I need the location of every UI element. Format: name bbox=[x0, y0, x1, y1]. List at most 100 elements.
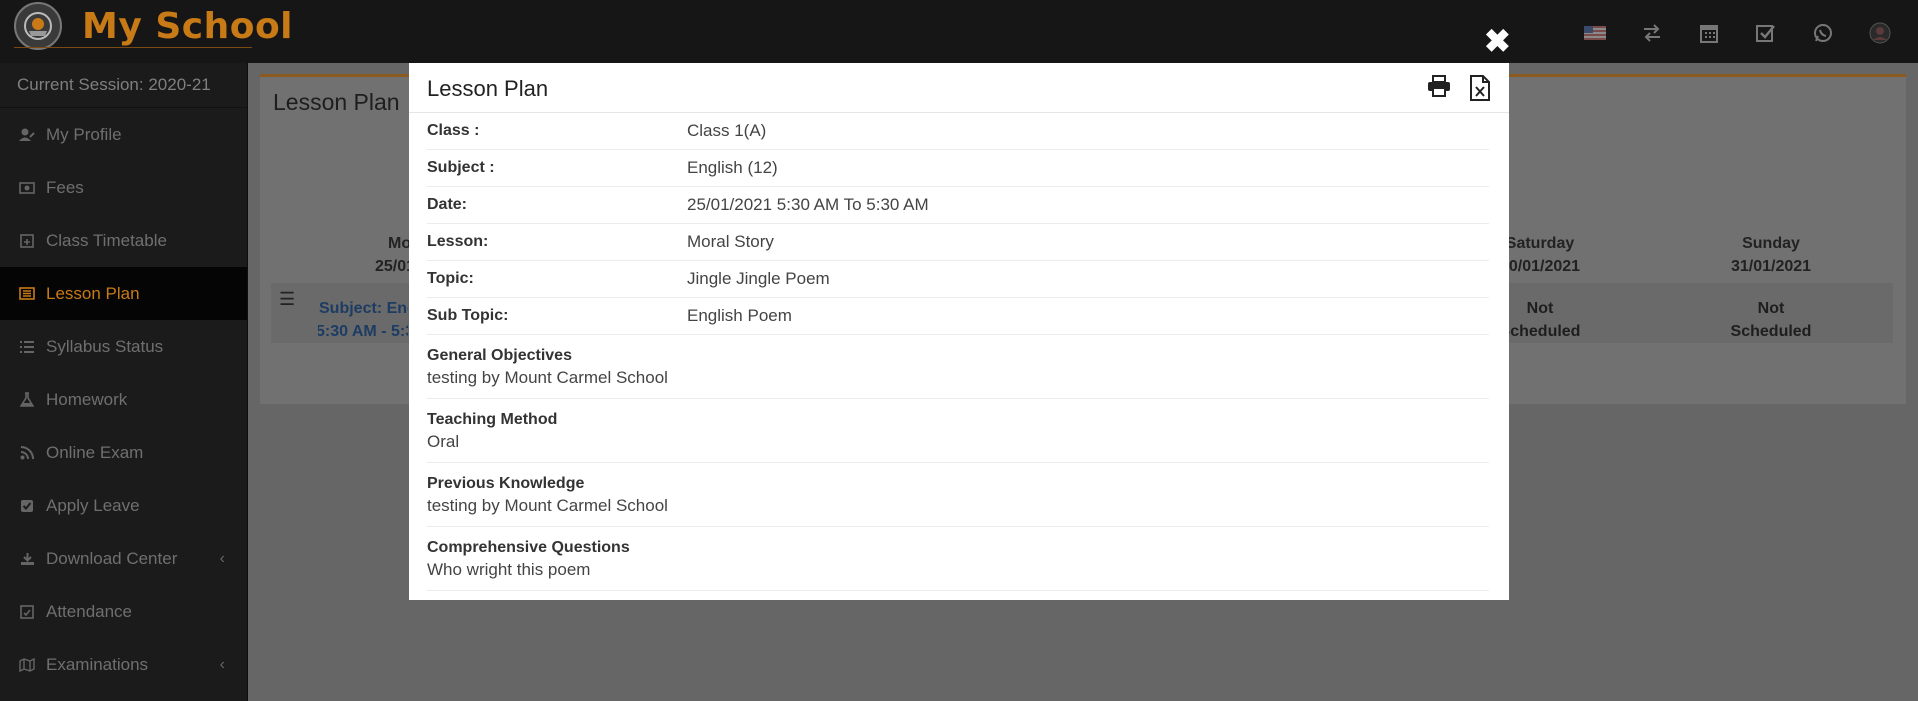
day-date: 31/01/2021 bbox=[1730, 258, 1812, 275]
excel-export-icon[interactable] bbox=[1469, 75, 1491, 106]
sidebar-item-lesson-plan[interactable]: Lesson Plan bbox=[0, 267, 247, 320]
modal-title: Lesson Plan bbox=[427, 76, 549, 101]
sidebar-item-download-center[interactable]: Download Center ‹ bbox=[0, 532, 247, 585]
sidebar-item-label: Online Exam bbox=[46, 442, 144, 462]
section-value: testing by Mount Carmel School bbox=[427, 496, 668, 515]
map-icon bbox=[17, 657, 37, 672]
sidebar-item-label: Download Center bbox=[46, 548, 178, 568]
sidebar-item-examinations[interactable]: Examinations ‹ bbox=[0, 638, 247, 691]
field-value: English (12) bbox=[687, 158, 778, 177]
download-icon bbox=[17, 552, 37, 566]
sidebar-menu: My Profile Fees Class Timetable Lesson Plan… bbox=[0, 108, 247, 691]
section-block: Teaching Method Oral bbox=[427, 399, 1489, 463]
app-title: My School bbox=[82, 5, 294, 47]
field-label: Class : bbox=[427, 122, 480, 139]
lesson-plan-modal: Lesson Plan Class : Class 1(A) Subject : En… bbox=[409, 63, 1509, 600]
check-square-icon bbox=[17, 499, 37, 513]
section-label: Comprehensive Questions bbox=[427, 539, 630, 556]
field-value: Moral Story bbox=[687, 232, 774, 251]
chevron-left-icon[interactable]: ‹ bbox=[220, 656, 225, 674]
field-row: Lesson: Moral Story bbox=[427, 224, 1489, 261]
modal-body: Class : Class 1(A) Subject : English (12) Da… bbox=[409, 113, 1509, 600]
field-row: Class : Class 1(A) bbox=[427, 113, 1489, 150]
section-block: Previous Knowledge testing by Mount Carme… bbox=[427, 463, 1489, 527]
lesson-sections: General Objectives testing by Mount Carme… bbox=[427, 335, 1489, 600]
sidebar-item-label: Apply Leave bbox=[46, 495, 140, 515]
field-label: Subject : bbox=[427, 159, 495, 176]
menu-bars-icon[interactable]: ☰ bbox=[279, 289, 295, 310]
calendar-check-icon bbox=[17, 604, 37, 619]
sidebar-item-online-exam[interactable]: Online Exam bbox=[0, 426, 247, 479]
sidebar-item-label: Lesson Plan bbox=[46, 283, 140, 303]
us-flag-icon[interactable] bbox=[1566, 18, 1623, 48]
field-value: English Poem bbox=[687, 306, 792, 325]
swap-icon[interactable] bbox=[1623, 18, 1680, 48]
sidebar-item-apply-leave[interactable]: Apply Leave bbox=[0, 479, 247, 532]
field-value: Class 1(A) bbox=[687, 121, 767, 140]
close-icon[interactable]: ✖ bbox=[1484, 24, 1511, 58]
school-logo bbox=[14, 2, 62, 50]
modal-actions bbox=[1427, 75, 1491, 106]
field-value: 25/01/2021 5:30 AM To 5:30 AM bbox=[687, 195, 929, 214]
sidebar-item-label: Class Timetable bbox=[46, 230, 167, 250]
day-name: Sunday bbox=[1742, 235, 1800, 252]
field-row: Date: 25/01/2021 5:30 AM To 5:30 AM bbox=[427, 187, 1489, 224]
whatsapp-icon[interactable] bbox=[1794, 18, 1851, 48]
sidebar-item-label: My Profile bbox=[46, 124, 122, 144]
sidebar-item-homework[interactable]: Homework bbox=[0, 373, 247, 426]
section-block: Presentation bbox=[427, 591, 1489, 600]
modal-header: Lesson Plan bbox=[409, 63, 1509, 113]
section-label: General Objectives bbox=[427, 347, 572, 364]
sidebar-item-label: Homework bbox=[46, 389, 128, 409]
field-label: Sub Topic: bbox=[427, 307, 509, 324]
sidebar-item-syllabus-status[interactable]: Syllabus Status bbox=[0, 320, 247, 373]
section-value: Who wright this poem bbox=[427, 560, 591, 579]
field-row: Subject : English (12) bbox=[427, 150, 1489, 187]
brand[interactable]: My School bbox=[14, 2, 293, 50]
brand-underline bbox=[14, 47, 252, 48]
sidebar-item-label: Fees bbox=[46, 177, 84, 197]
user-edit-icon bbox=[17, 128, 37, 142]
day-header-sunday: Sunday 31/01/2021 bbox=[1671, 232, 1871, 278]
check-square-icon[interactable] bbox=[1737, 18, 1794, 48]
monday-lesson-link[interactable]: Subject: English (12) 5:30 AM - 5:30 AM bbox=[318, 297, 408, 343]
current-session: Current Session: 2020-21 bbox=[0, 63, 247, 108]
sidebar-item-class-timetable[interactable]: Class Timetable bbox=[0, 214, 247, 267]
field-label: Lesson: bbox=[427, 233, 489, 250]
money-icon bbox=[17, 181, 37, 194]
field-row: Sub Topic: English Poem bbox=[427, 298, 1489, 335]
section-label: Teaching Method bbox=[427, 411, 558, 428]
lesson-fields: Class : Class 1(A) Subject : English (12) Da… bbox=[427, 113, 1489, 335]
lesson-time: 5:30 AM - 5:30 AM bbox=[318, 323, 408, 340]
field-row: Topic: Jingle Jingle Poem bbox=[427, 261, 1489, 298]
list-alt-icon bbox=[17, 287, 37, 300]
lesson-subject: Subject: English (12) bbox=[319, 300, 408, 317]
section-label: Previous Knowledge bbox=[427, 475, 585, 492]
page-title: Lesson Plan bbox=[273, 89, 400, 115]
flask-icon bbox=[17, 392, 37, 407]
list-icon bbox=[17, 340, 37, 354]
print-icon[interactable] bbox=[1427, 75, 1451, 106]
user-avatar-icon[interactable] bbox=[1851, 18, 1908, 48]
sidebar-item-fees[interactable]: Fees bbox=[0, 161, 247, 214]
field-value: Jingle Jingle Poem bbox=[687, 269, 830, 288]
rss-icon bbox=[17, 445, 37, 460]
not-scheduled-line2: Scheduled bbox=[1730, 323, 1812, 340]
field-label: Topic: bbox=[427, 270, 474, 287]
calendar-icon[interactable] bbox=[1680, 18, 1737, 48]
header-icons bbox=[1566, 18, 1908, 48]
sidebar-item-label: Syllabus Status bbox=[46, 336, 164, 356]
section-block: General Objectives testing by Mount Carme… bbox=[427, 335, 1489, 399]
sidebar-item-label: Attendance bbox=[46, 601, 133, 621]
chevron-left-icon[interactable]: ‹ bbox=[220, 550, 225, 568]
sidebar-item-my-profile[interactable]: My Profile bbox=[0, 108, 247, 161]
section-value: Oral bbox=[427, 432, 460, 451]
sidebar-item-attendance[interactable]: Attendance bbox=[0, 585, 247, 638]
sunday-not-scheduled: Not Scheduled bbox=[1671, 297, 1871, 343]
top-header: My School bbox=[0, 0, 1918, 63]
field-label: Date: bbox=[427, 196, 468, 213]
section-block: Comprehensive Questions Who wright this p… bbox=[427, 527, 1489, 591]
section-value: testing by Mount Carmel School bbox=[427, 368, 668, 387]
not-scheduled-line1: Not bbox=[1757, 300, 1785, 317]
calendar-plus-icon bbox=[17, 233, 37, 248]
